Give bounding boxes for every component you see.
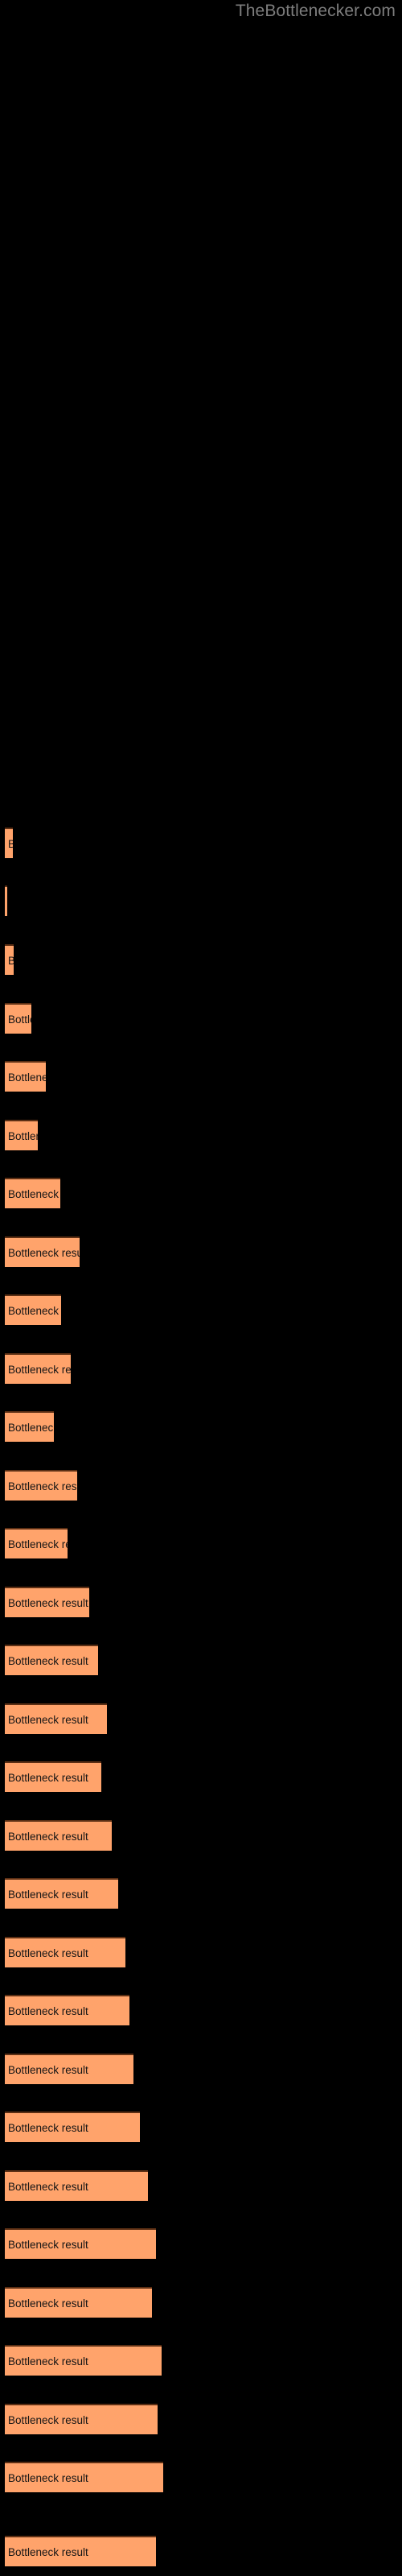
- bar[interactable]: Bottleneck result: [5, 1761, 101, 1792]
- bar-row: Bottleneck result: [0, 1353, 402, 1384]
- bar[interactable]: Bottleneck result: [5, 1353, 71, 1384]
- bar-label: Bottleneck result: [8, 1538, 68, 1550]
- bar-row: Bottleneck result: [0, 2404, 402, 2434]
- bar-label: Bottleneck result: [8, 1305, 61, 1317]
- bar-label: Bottleneck result: [8, 836, 13, 852]
- bar[interactable]: Bottleneck result: [5, 1937, 125, 1967]
- bar-row: Bottleneck result: [0, 1703, 402, 1734]
- bar-label: Bottleneck result: [8, 1247, 80, 1259]
- bar[interactable]: Bottleneck result: [5, 1120, 38, 1150]
- bar-label: Bottleneck result: [8, 1714, 88, 1726]
- bar[interactable]: Bottleneck result: [5, 1528, 68, 1558]
- bar[interactable]: Bottleneck result: [5, 1820, 112, 1851]
- bar-row: Bottleneck result: [0, 886, 402, 916]
- bar-label: Bottleneck result: [8, 1597, 88, 1609]
- bar[interactable]: Bottleneck result: [5, 2404, 158, 2434]
- bar[interactable]: Bottleneck result: [5, 1178, 60, 1208]
- bar-row: Bottleneck result: [0, 2054, 402, 2084]
- bar-row: Bottleneck result: [0, 1061, 402, 1092]
- bar-row: Bottleneck result: [0, 2112, 402, 2142]
- bar[interactable]: Bottleneck result: [5, 1645, 98, 1675]
- bar[interactable]: Bottleneck result: [5, 2054, 133, 2084]
- bar-row: Bottleneck result: [0, 1236, 402, 1267]
- bar-row: Bottleneck result: [0, 1470, 402, 1501]
- bar-row: Bottleneck result: [0, 2228, 402, 2259]
- bar-row: Bottleneck result: [0, 2462, 402, 2492]
- bar-row: Bottleneck result: [0, 1411, 402, 1442]
- bar-row: Bottleneck result: [0, 1645, 402, 1675]
- bar-row: Bottleneck result: [0, 1761, 402, 1792]
- bar-label: Bottleneck result: [8, 2064, 88, 2076]
- bar-label: Bottleneck result: [8, 1655, 88, 1667]
- bar-row: Bottleneck result: [0, 2287, 402, 2318]
- bar-label: Bottleneck result: [8, 2005, 88, 2017]
- bar-row: Bottleneck result: [0, 1820, 402, 1851]
- bar[interactable]: Bottleneck result: [5, 2536, 156, 2566]
- bar[interactable]: Bottleneck result: [5, 828, 13, 858]
- bar-row: Bottleneck result: [0, 1528, 402, 1558]
- bar-label: Bottleneck result: [8, 1889, 88, 1901]
- bar[interactable]: Bottleneck result: [5, 1003, 31, 1034]
- bar-row: Bottleneck result: [0, 828, 402, 858]
- bar[interactable]: Bottleneck result: [5, 1703, 107, 1734]
- bar[interactable]: Bottleneck result: [5, 2287, 152, 2318]
- bar-row: Bottleneck result: [0, 1878, 402, 1909]
- bar-label: Bottleneck result: [8, 1480, 77, 1492]
- bar[interactable]: Bottleneck result: [5, 1411, 54, 1442]
- bar[interactable]: Bottleneck result: [5, 2112, 140, 2142]
- bar-row: Bottleneck result: [0, 1178, 402, 1208]
- bar[interactable]: Bottleneck result: [5, 1236, 80, 1267]
- bar-label: Bottleneck result: [8, 2122, 88, 2134]
- bar-label: Bottleneck result: [8, 2546, 88, 2558]
- bar-label: Bottleneck result: [8, 1772, 88, 1784]
- bar-label: Bottleneck result: [8, 1013, 31, 1026]
- bar-label: Bottleneck result: [8, 2355, 88, 2368]
- bar-row: Bottleneck result: [0, 944, 402, 975]
- bar-label: Bottleneck result: [8, 1188, 60, 1200]
- bar[interactable]: Bottleneck result: [5, 1587, 89, 1617]
- bar[interactable]: Bottleneck result: [5, 2345, 162, 2376]
- bar-label: Bottleneck result: [8, 2239, 88, 2251]
- bar-label: Bottleneck result: [8, 2297, 88, 2310]
- bar-row: Bottleneck result: [0, 2170, 402, 2201]
- bar-row: Bottleneck result: [0, 2536, 402, 2566]
- bar-label: Bottleneck result: [8, 2181, 88, 2193]
- bar-row: Bottleneck result: [0, 1937, 402, 1967]
- bar[interactable]: Bottleneck result: [5, 2462, 163, 2492]
- bar[interactable]: Bottleneck result: [5, 1470, 77, 1501]
- bar[interactable]: Bottleneck result: [5, 1878, 118, 1909]
- bar-row: Bottleneck result: [0, 1294, 402, 1325]
- bar[interactable]: Bottleneck result: [5, 1061, 46, 1092]
- bar-label: Bottleneck result: [8, 1831, 88, 1843]
- bar-row: Bottleneck result: [0, 1120, 402, 1150]
- bar-row: Bottleneck result: [0, 1995, 402, 2025]
- bar-label: Bottleneck result: [8, 1071, 46, 1084]
- bar[interactable]: Bottleneck result: [5, 1995, 129, 2025]
- bar-label: Bottleneck result: [8, 953, 14, 968]
- bar[interactable]: Bottleneck result: [5, 886, 7, 916]
- bar-label: Bottleneck result: [8, 1947, 88, 1959]
- bar[interactable]: Bottleneck result: [5, 2228, 156, 2259]
- bar-label: Bottleneck result: [8, 2414, 88, 2426]
- bar[interactable]: Bottleneck result: [5, 944, 14, 975]
- bar-label: Bottleneck result: [8, 1364, 71, 1376]
- bar[interactable]: Bottleneck result: [5, 2170, 148, 2201]
- bar[interactable]: Bottleneck result: [5, 1294, 61, 1325]
- bar-row: Bottleneck result: [0, 1587, 402, 1617]
- bar-label: Bottleneck result: [8, 1130, 38, 1142]
- bar-row: Bottleneck result: [0, 2345, 402, 2376]
- bar-row: Bottleneck result: [0, 1003, 402, 1034]
- bar-label: Bottleneck result: [8, 1422, 54, 1434]
- bottleneck-bar-chart: Bottleneck result Bottleneck result Bottle…: [0, 0, 402, 2576]
- bar-label: Bottleneck result: [8, 2472, 88, 2484]
